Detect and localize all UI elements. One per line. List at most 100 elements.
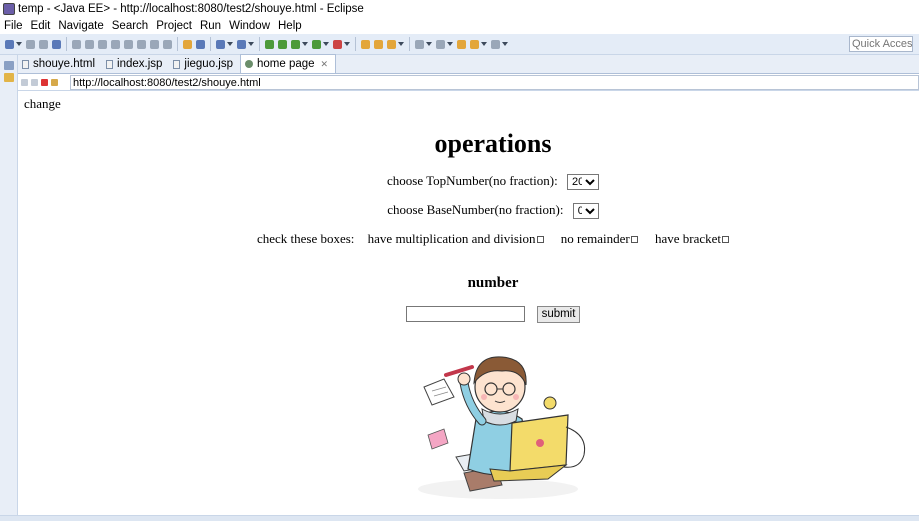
search-dropdown-icon[interactable] [398, 42, 404, 46]
no-remainder-label: no remainder [560, 231, 630, 246]
external-tools-dropdown-icon[interactable] [248, 42, 254, 46]
have-bracket-checkbox[interactable] [722, 236, 730, 243]
toolbar-separator [177, 37, 178, 51]
menu-file[interactable]: File [0, 20, 27, 32]
last-edit-dropdown-icon[interactable] [447, 42, 453, 46]
disconnect-icon[interactable] [124, 39, 133, 49]
search-icon[interactable] [387, 39, 396, 49]
menu-help[interactable]: Help [274, 20, 306, 32]
editor-tabbar: shouye.html index.jsp jieguo.jsp home pa… [18, 54, 919, 74]
step-into-icon[interactable] [137, 39, 146, 49]
project-explorer-icon[interactable] [4, 73, 14, 82]
print-icon[interactable] [52, 39, 61, 49]
step-over-icon[interactable] [150, 39, 159, 49]
base-number-select[interactable]: 0 [572, 203, 599, 220]
toolbar-separator [409, 37, 410, 51]
build-dropdown-icon[interactable] [227, 42, 233, 46]
menu-window[interactable]: Window [225, 20, 274, 32]
top-number-select[interactable]: 20 [566, 174, 599, 191]
suspend-icon[interactable] [98, 39, 107, 49]
status-bar [0, 515, 919, 521]
forward-arrow-icon[interactable] [31, 78, 38, 86]
tab-index-jsp[interactable]: index.jsp [102, 55, 169, 73]
new-server-icon[interactable] [278, 39, 287, 49]
boy-with-laptop-illustration [418, 356, 586, 499]
coverage-dropdown-icon[interactable] [344, 42, 350, 46]
pink-card-illustration [427, 428, 449, 450]
menu-project[interactable]: Project [152, 20, 196, 32]
multiplication-division-checkbox[interactable] [536, 236, 544, 243]
browser-page-content: change operations choose TopNumber(no fr… [20, 92, 919, 515]
restore-view-icon[interactable] [4, 61, 14, 70]
jsp-file-icon [106, 59, 114, 69]
base-number-label: choose BaseNumber(no fraction): [387, 202, 564, 217]
browser-address-bar [18, 74, 919, 91]
top-number-row: choose TopNumber(no fraction): 20 [20, 173, 919, 191]
stop-icon[interactable] [41, 78, 48, 86]
left-trim-bar [0, 55, 18, 521]
change-link[interactable]: change [24, 96, 61, 112]
toolbar-separator [210, 37, 211, 51]
checkbox-row: check these boxes: have multiplication a… [20, 231, 919, 247]
back-icon[interactable] [457, 39, 466, 49]
forward-dropdown-icon[interactable] [481, 42, 487, 46]
have-bracket-label: have bracket [655, 231, 722, 246]
number-heading: number [467, 275, 519, 291]
window-titlebar: temp - <Java EE> - http://localhost:8080… [0, 0, 919, 17]
terminate-icon[interactable] [111, 39, 120, 49]
skip-breakpoints-icon[interactable] [72, 39, 81, 49]
url-input[interactable] [70, 75, 919, 90]
tab-jieguo-jsp[interactable]: jieguo.jsp [169, 55, 240, 73]
tab-shouye-html[interactable]: shouye.html [18, 55, 102, 73]
tab-home-page[interactable]: home page ✕ [240, 54, 337, 73]
coverage-icon[interactable] [333, 39, 342, 49]
toolbar-separator [259, 37, 260, 51]
step-return-icon[interactable] [163, 39, 172, 49]
annotation-dropdown-icon[interactable] [426, 42, 432, 46]
pin-dropdown-icon[interactable] [502, 42, 508, 46]
run-dropdown-icon[interactable] [323, 42, 329, 46]
debug-dropdown-icon[interactable] [302, 42, 308, 46]
run-icon[interactable] [312, 39, 321, 49]
open-task-icon[interactable] [374, 39, 383, 49]
debug-icon[interactable] [291, 39, 300, 49]
toolbar-separator [355, 37, 356, 51]
pin-icon[interactable] [491, 39, 500, 49]
refresh-icon[interactable] [51, 78, 58, 86]
number-input[interactable] [406, 306, 525, 322]
window-title: temp - <Java EE> - http://localhost:8080… [18, 2, 364, 15]
back-arrow-icon[interactable] [21, 78, 28, 86]
last-edit-icon[interactable] [436, 39, 445, 49]
eclipse-app-icon [3, 2, 15, 15]
menu-navigate[interactable]: Navigate [54, 20, 107, 32]
forward-icon[interactable] [470, 39, 479, 49]
menu-search[interactable]: Search [108, 20, 152, 32]
menu-run[interactable]: Run [196, 20, 225, 32]
top-number-label: choose TopNumber(no fraction): [387, 173, 558, 188]
base-number-row: choose BaseNumber(no fraction): 0 [20, 202, 919, 220]
save-icon[interactable] [26, 39, 35, 49]
new-dropdown-icon[interactable] [16, 42, 22, 46]
menu-edit[interactable]: Edit [27, 20, 55, 32]
resume-icon[interactable] [85, 39, 94, 49]
tab-label: shouye.html [33, 58, 96, 70]
new-file-icon[interactable] [5, 39, 14, 49]
open-type-icon[interactable] [265, 39, 274, 49]
quick-access-input[interactable] [849, 36, 913, 52]
close-icon[interactable]: ✕ [321, 59, 329, 70]
wizard-icon[interactable] [196, 39, 205, 49]
main-toolbar [0, 34, 919, 55]
server-icon[interactable] [183, 39, 192, 49]
multiplication-division-label: have multiplication and division [367, 231, 536, 246]
tab-label: jieguo.jsp [184, 58, 233, 70]
build-icon[interactable] [216, 39, 225, 49]
external-tools-icon[interactable] [237, 39, 246, 49]
save-all-icon[interactable] [39, 39, 48, 49]
jsp-file-icon [173, 59, 181, 69]
open-folder-icon[interactable] [361, 39, 370, 49]
globe-icon [245, 60, 253, 68]
annotation-icon[interactable] [415, 39, 424, 49]
submit-button[interactable]: submit [537, 306, 580, 323]
no-remainder-checkbox[interactable] [630, 236, 638, 243]
checkbox-intro-label: check these boxes: [256, 231, 355, 246]
